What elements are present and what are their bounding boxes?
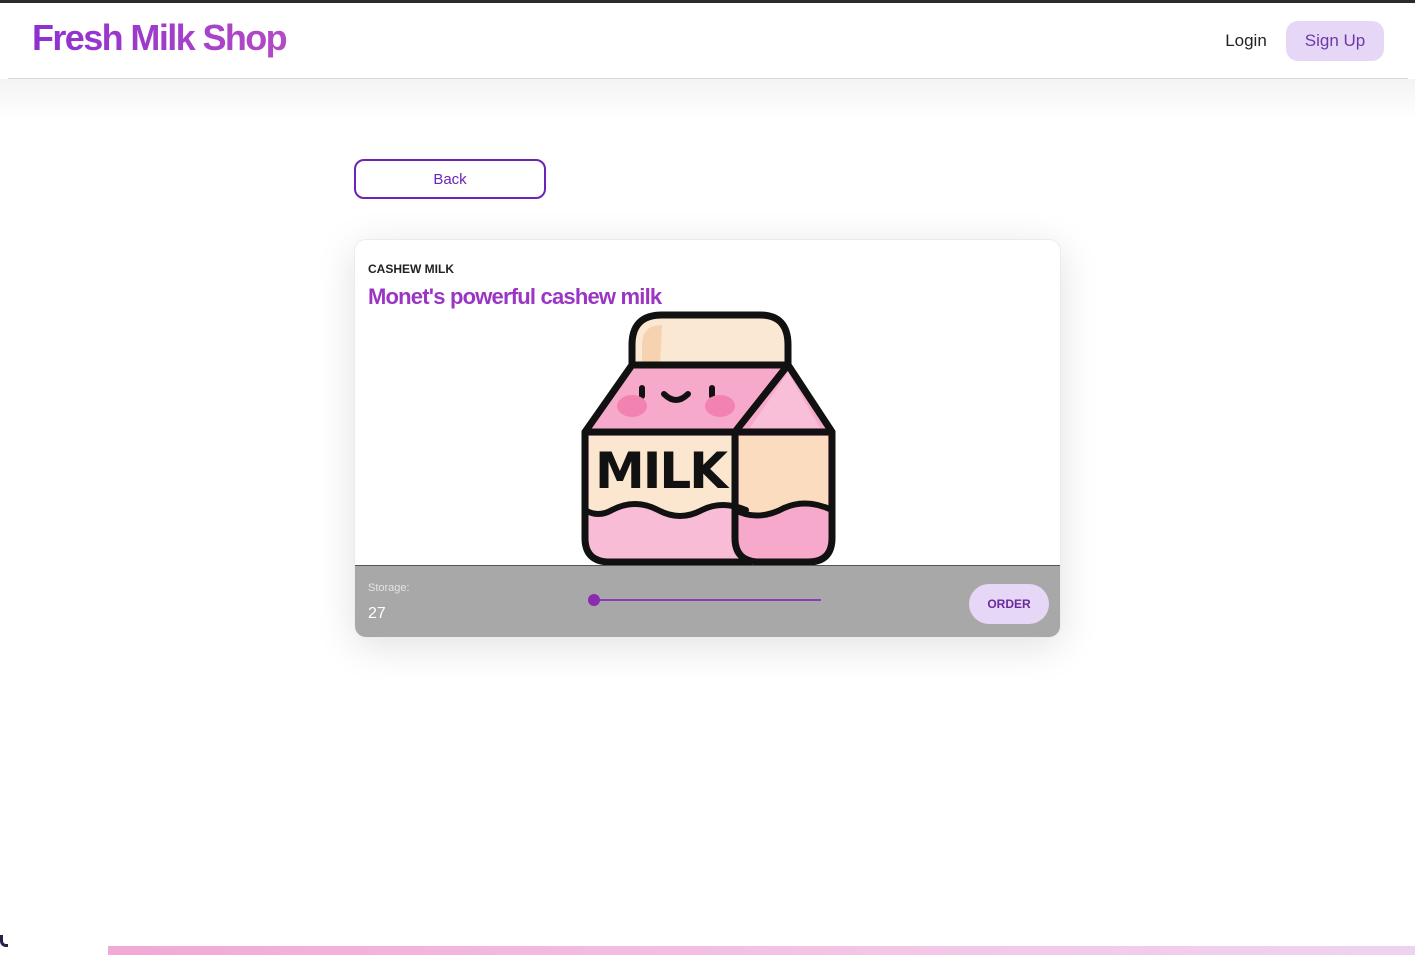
- site-logo[interactable]: Fresh Milk Shop: [32, 17, 288, 59]
- login-button[interactable]: Login: [1206, 21, 1286, 61]
- navbar-shadow: [0, 79, 1415, 119]
- quantity-slider-track[interactable]: [594, 599, 821, 601]
- product-footer: Storage: 27 ORDER: [355, 565, 1060, 637]
- product-title: Monet's powerful cashew milk: [368, 284, 662, 309]
- milk-carton-icon: MILK: [581, 311, 836, 566]
- quantity-slider-thumb[interactable]: [588, 594, 600, 606]
- corner-mark: [0, 935, 8, 947]
- product-category: CASHEW MILK: [368, 262, 454, 276]
- navbar: Fresh Milk Shop Login Sign Up: [8, 3, 1408, 79]
- product-card: CASHEW MILK Monet's powerful cashew milk…: [354, 239, 1061, 638]
- order-button[interactable]: ORDER: [969, 584, 1049, 624]
- storage-value: 27: [368, 605, 386, 622]
- back-button[interactable]: Back: [354, 159, 546, 199]
- storage-label: Storage:: [368, 582, 410, 594]
- bottom-menu-strip: [108, 946, 1415, 955]
- milk-label-text: MILK: [595, 442, 730, 500]
- signup-button[interactable]: Sign Up: [1286, 21, 1384, 61]
